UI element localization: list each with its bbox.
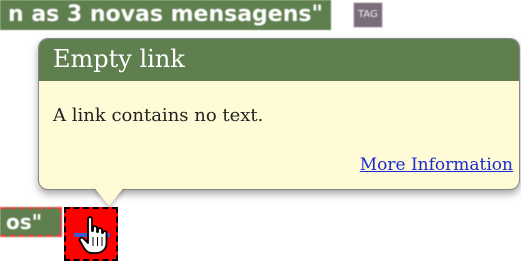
background-tag: TAG bbox=[353, 2, 383, 28]
tooltip-pointer bbox=[93, 186, 125, 206]
tooltip-message: A link contains no text. bbox=[53, 105, 264, 126]
error-tooltip: Empty link A link contains no text. More… bbox=[38, 38, 520, 206]
background-text: n as 3 novas mensagens" bbox=[0, 0, 331, 30]
tooltip-title: Empty link bbox=[53, 45, 185, 73]
empty-link-error-icon[interactable] bbox=[64, 207, 118, 261]
hand-pointer-icon bbox=[78, 216, 108, 254]
background-strip: n as 3 novas mensagens" TAG bbox=[0, 0, 420, 38]
more-information-link[interactable]: More Information bbox=[360, 155, 513, 175]
background-text-bottom: os" bbox=[0, 207, 62, 237]
tooltip-header: Empty link bbox=[39, 39, 519, 81]
